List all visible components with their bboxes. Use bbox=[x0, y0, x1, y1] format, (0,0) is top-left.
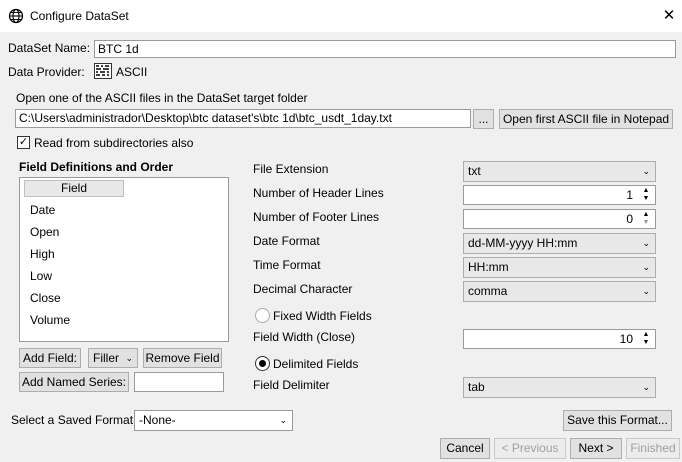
date-format-value: dd-MM-yyyy HH:mm bbox=[468, 236, 578, 250]
delimited-fields-radio[interactable] bbox=[255, 356, 270, 371]
fixed-width-label: Fixed Width Fields bbox=[273, 309, 372, 323]
file-path-input[interactable]: C:\Users\administrador\Desktop\btc datas… bbox=[15, 109, 471, 128]
file-extension-select[interactable]: txt ⌄ bbox=[463, 161, 656, 182]
date-format-label: Date Format bbox=[253, 234, 320, 248]
file-extension-label: File Extension bbox=[253, 162, 329, 176]
field-definitions-heading: Field Definitions and Order bbox=[19, 160, 174, 174]
date-format-select[interactable]: dd-MM-yyyy HH:mm ⌄ bbox=[463, 233, 656, 254]
footer-lines-value: 0 bbox=[626, 212, 633, 226]
decimal-character-select[interactable]: comma ⌄ bbox=[463, 281, 656, 302]
file-instruction: Open one of the ASCII files in the DataS… bbox=[16, 91, 308, 105]
remove-field-button[interactable]: Remove Field bbox=[143, 348, 222, 368]
footer-lines-label: Number of Footer Lines bbox=[253, 210, 380, 224]
footer-lines-stepper[interactable]: 0 ▲ ▼ bbox=[463, 209, 656, 229]
dataset-name-input[interactable]: BTC 1d bbox=[94, 40, 676, 58]
header-lines-value: 1 bbox=[626, 188, 633, 202]
list-item[interactable]: Close bbox=[30, 291, 61, 305]
time-format-label: Time Format bbox=[253, 258, 321, 272]
list-item[interactable]: Low bbox=[30, 269, 52, 283]
list-item[interactable]: High bbox=[30, 247, 55, 261]
decimal-character-label: Decimal Character bbox=[253, 282, 353, 296]
fixed-width-radio[interactable] bbox=[255, 308, 270, 323]
globe-icon bbox=[8, 8, 24, 24]
saved-format-label: Select a Saved Format bbox=[11, 413, 134, 427]
field-delimiter-select[interactable]: tab ⌄ bbox=[463, 377, 656, 398]
spin-up-icon[interactable]: ▲ bbox=[638, 331, 654, 339]
field-delimiter-value: tab bbox=[468, 380, 485, 394]
save-format-button[interactable]: Save this Format... bbox=[563, 410, 672, 431]
field-width-label: Field Width (Close) bbox=[253, 330, 356, 344]
chevron-down-icon: ⌄ bbox=[642, 286, 650, 296]
spin-down-icon[interactable]: ▼ bbox=[638, 339, 654, 347]
cancel-button[interactable]: Cancel bbox=[440, 438, 490, 459]
data-provider-value: ASCII bbox=[116, 65, 148, 79]
header-lines-stepper[interactable]: 1 ▲ ▼ bbox=[463, 185, 656, 205]
open-notepad-button[interactable]: Open first ASCII file in Notepad bbox=[499, 109, 673, 129]
decimal-character-value: comma bbox=[468, 284, 508, 298]
spin-up-icon[interactable]: ▲ bbox=[638, 187, 654, 195]
previous-button[interactable]: < Previous bbox=[494, 438, 566, 459]
chevron-down-icon: ⌄ bbox=[642, 382, 650, 392]
list-item[interactable]: Open bbox=[30, 225, 59, 239]
read-subdirectories-label: Read from subdirectories also bbox=[34, 136, 194, 150]
close-icon[interactable]: ✕ bbox=[660, 7, 678, 25]
checkmark-icon: ✓ bbox=[18, 136, 29, 148]
saved-format-value: -None- bbox=[139, 413, 176, 427]
add-named-series-button[interactable]: Add Named Series: bbox=[19, 372, 129, 392]
field-column-header[interactable]: Field bbox=[24, 180, 124, 197]
list-item[interactable]: Date bbox=[30, 203, 55, 217]
field-delimiter-label: Field Delimiter bbox=[253, 378, 330, 392]
time-format-select[interactable]: HH:mm ⌄ bbox=[463, 257, 656, 278]
field-width-value: 10 bbox=[619, 332, 633, 346]
chevron-down-icon: ⌄ bbox=[642, 238, 650, 248]
finished-button[interactable]: Finished bbox=[626, 438, 680, 459]
browse-button[interactable]: ... bbox=[473, 109, 494, 129]
filler-label: Filler bbox=[93, 351, 119, 365]
file-extension-value: txt bbox=[468, 164, 481, 178]
header-lines-label: Number of Header Lines bbox=[253, 186, 384, 200]
chevron-down-icon: ⌄ bbox=[279, 415, 287, 425]
spin-down-icon[interactable]: ▼ bbox=[638, 195, 654, 203]
time-format-value: HH:mm bbox=[468, 260, 509, 274]
data-provider-label: Data Provider: bbox=[8, 65, 85, 79]
ascii-grid-icon bbox=[94, 63, 112, 79]
next-button[interactable]: Next > bbox=[570, 438, 622, 459]
chevron-down-icon: ⌄ bbox=[642, 166, 650, 176]
window-title: Configure DataSet bbox=[30, 9, 129, 23]
saved-format-select[interactable]: -None- ⌄ bbox=[134, 410, 293, 431]
chevron-down-icon: ⌄ bbox=[125, 353, 133, 363]
spin-down-icon[interactable]: ▼ bbox=[638, 219, 654, 227]
dataset-name-label: DataSet Name: bbox=[8, 41, 91, 55]
chevron-down-icon: ⌄ bbox=[642, 262, 650, 272]
add-field-button[interactable]: Add Field: bbox=[19, 348, 81, 368]
field-width-stepper[interactable]: 10 ▲ ▼ bbox=[463, 329, 656, 349]
list-item[interactable]: Volume bbox=[30, 313, 70, 327]
read-subdirectories-checkbox[interactable]: ✓ bbox=[17, 136, 30, 149]
named-series-input[interactable] bbox=[134, 372, 224, 392]
delimited-fields-label: Delimited Fields bbox=[273, 357, 359, 371]
spin-up-icon[interactable]: ▲ bbox=[638, 211, 654, 219]
filler-dropdown[interactable]: Filler ⌄ bbox=[88, 348, 138, 368]
field-list[interactable]: Field Date Open High Low Close Volume bbox=[19, 177, 229, 342]
